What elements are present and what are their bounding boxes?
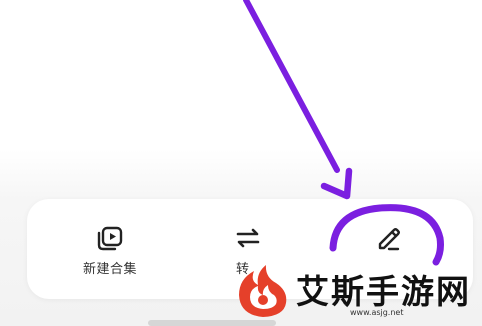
screen-background: 新建合集 转 艾斯手游网 www.asjg.net — [0, 0, 482, 326]
annotation-arrow-shaft — [243, 0, 340, 173]
watermark-url: www.asjg.net — [350, 308, 404, 317]
video-collection-icon — [97, 226, 123, 251]
pencil-edit-icon — [378, 228, 400, 251]
new-collection-label: 新建合集 — [82, 262, 137, 277]
flame-logo-icon — [239, 265, 287, 317]
new-collection-button[interactable]: 新建合集 — [54, 199, 166, 299]
annotation-arrow-head — [320, 167, 353, 200]
watermark-site-name: 艾斯手游网 — [296, 272, 471, 311]
site-watermark: 艾斯手游网 www.asjg.net — [226, 255, 482, 326]
swap-arrows-icon — [236, 228, 260, 248]
